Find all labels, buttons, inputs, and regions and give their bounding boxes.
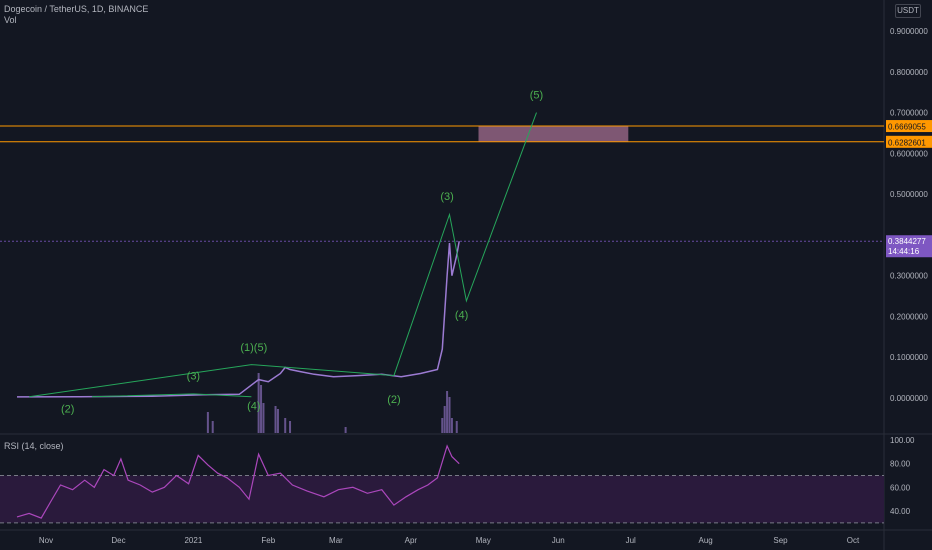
elliott-wave-path (29, 112, 537, 398)
time-axis-tick: Oct (847, 536, 860, 545)
time-axis-tick: Dec (111, 536, 125, 545)
volume-bar (450, 418, 453, 433)
current-price-value: 0.3844277 (888, 237, 926, 246)
volume-bar (455, 421, 458, 433)
level-price-label: 0.6282601 (888, 138, 926, 147)
price-axis-tick: 0.0000000 (890, 394, 928, 403)
volume-bar (262, 403, 265, 433)
elliott-wave-label: (4) (247, 400, 260, 412)
volume-bar (211, 421, 214, 433)
time-axis-tick: Apr (405, 536, 418, 545)
level-price-label: 0.6669055 (888, 123, 926, 132)
price-axis-tick: 0.8000000 (890, 68, 928, 77)
time-axis-tick: Nov (39, 536, 53, 545)
time-axis-tick: May (476, 536, 491, 545)
rsi-layer (0, 444, 884, 524)
rsi-axis-tick: 60.00 (890, 483, 911, 492)
volume-bar (448, 397, 451, 433)
volume-bar (284, 418, 287, 433)
volume-layer (206, 373, 458, 433)
elliott-wave-layer: (2) (3) (1)(5) (4) (2) (3) (4) (5) (29, 89, 543, 415)
bar-countdown: 14:44:16 (888, 247, 920, 256)
chart-background-layer (0, 0, 932, 550)
price-axis-tick: 0.6000000 (890, 149, 928, 158)
time-axis-tick: Sep (773, 536, 788, 545)
elliott-wave-label: (2) (387, 394, 400, 406)
elliott-wave-label: (5) (530, 89, 543, 101)
target-zone-box (478, 126, 629, 142)
elliott-wave-label: (4) (455, 309, 468, 321)
price-axis-tick: 0.1000000 (890, 353, 928, 362)
volume-bar (206, 412, 209, 433)
rsi-axis-tick: 40.00 (890, 507, 911, 516)
time-axis-tick: 2021 (184, 536, 202, 545)
volume-bar (446, 391, 449, 433)
volume-bar (441, 418, 444, 433)
time-axis-tick: Feb (261, 536, 275, 545)
price-axis-tick: 0.7000000 (890, 109, 928, 118)
time-axis-tick: Aug (698, 536, 712, 545)
chart-canvas[interactable]: (2)(3)(1)(5)(4)(2)(3)(4)(5) 0.66690550.6… (0, 0, 932, 550)
elliott-wave-label: (3) (440, 191, 453, 203)
price-axis-tick: 0.2000000 (890, 312, 928, 321)
elliott-wave-label: (1)(5) (240, 342, 267, 354)
time-axis-tick: Mar (329, 536, 343, 545)
rsi-axis-tick: 100.00 (890, 436, 915, 445)
rsi-axis-tick: 80.00 (890, 460, 911, 469)
price-axis-tick: 0.3000000 (890, 272, 928, 281)
volume-bar (276, 409, 279, 433)
volume-bar (274, 406, 277, 433)
price-layer (16, 241, 460, 398)
volume-bar (289, 421, 292, 433)
volume-bar (443, 406, 446, 433)
elliott-wave-label: (3) (187, 371, 200, 383)
time-axis-tick: Jul (626, 536, 636, 545)
volume-bar (344, 427, 347, 433)
price-axis-tick: 0.5000000 (890, 190, 928, 199)
axis-layer: 0.6669055 0.6282601 0.9000000 0.8000000 0.70… (39, 27, 932, 545)
time-axis-tick: Jun (552, 536, 565, 545)
elliott-wave-label: (2) (61, 403, 74, 415)
price-axis-tick: 0.9000000 (890, 27, 928, 36)
price-series-line (16, 241, 460, 398)
